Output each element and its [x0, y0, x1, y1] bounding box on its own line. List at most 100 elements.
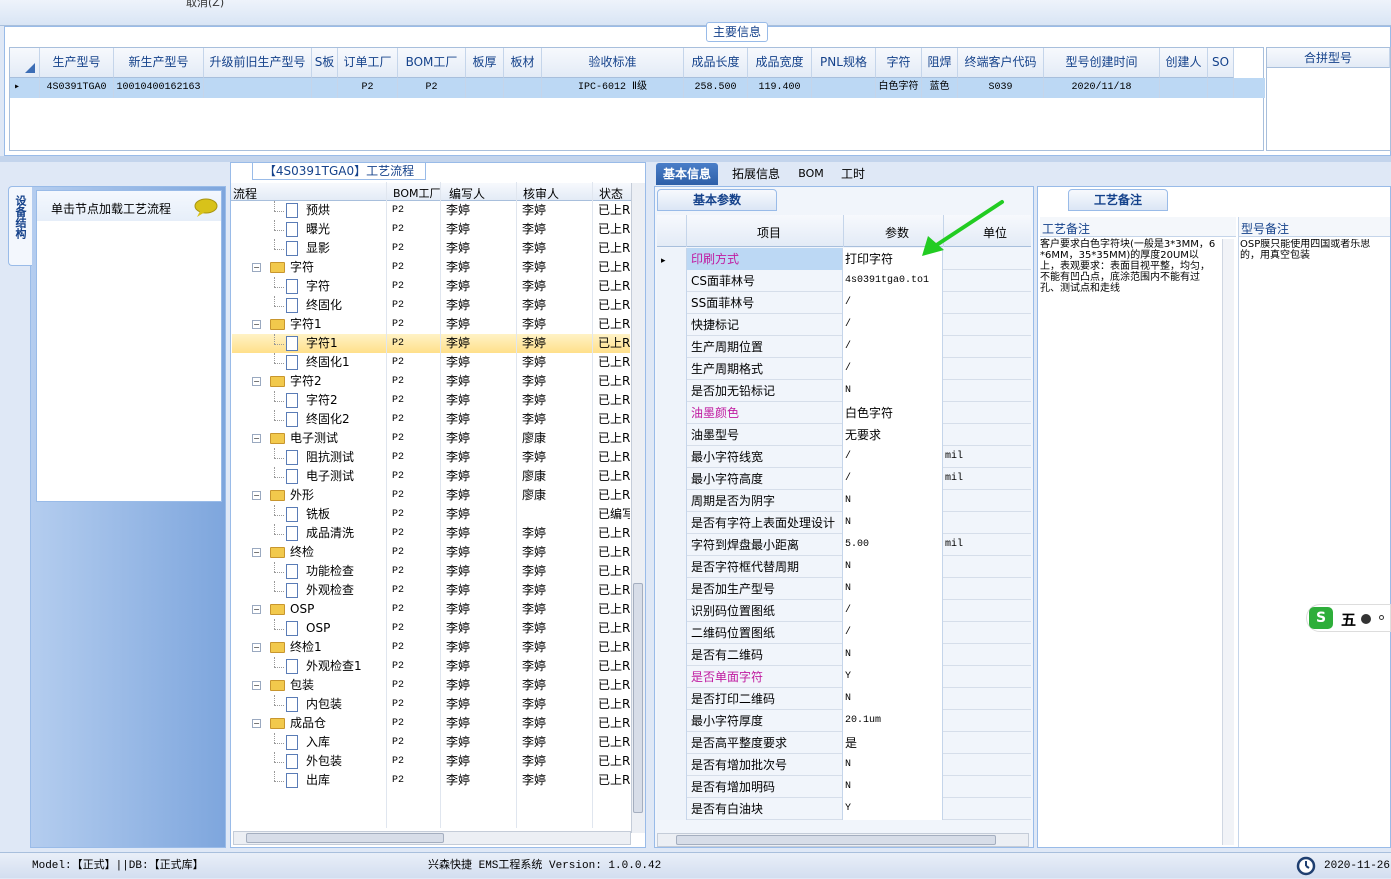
param-value[interactable]: / [843, 600, 943, 622]
param-value[interactable]: Y [843, 666, 943, 688]
ime-toolbar[interactable]: S 五 [1306, 604, 1391, 632]
param-value[interactable]: N [843, 556, 943, 578]
table-cell[interactable]: 4S0391TGA0 [40, 78, 114, 98]
tab-process-notes[interactable]: 工艺备注 [1068, 189, 1168, 211]
column-header[interactable]: 阻焊 [922, 48, 958, 78]
param-value[interactable]: N [843, 490, 943, 512]
collapse-toggle-icon[interactable]: − [252, 320, 261, 329]
tab-bom[interactable]: BOM [796, 163, 826, 185]
tab-basic-info[interactable]: 基本信息 [656, 163, 718, 185]
process-note-scrollbar[interactable] [1222, 239, 1234, 845]
table-cell[interactable]: 119.400 [748, 78, 812, 98]
param-value[interactable]: N [843, 688, 943, 710]
scroll-thumb[interactable] [676, 835, 996, 845]
param-value[interactable]: / [843, 336, 943, 358]
collapse-toggle-icon[interactable]: − [252, 263, 261, 272]
tree-row[interactable]: 字符 P2 李婷 李婷 已上R [232, 277, 630, 296]
tab-extended-info[interactable]: 拓展信息 [726, 163, 786, 185]
param-row[interactable]: 油墨颜色 白色字符 [657, 402, 1031, 424]
row-pointer-icon[interactable]: ▸ [10, 78, 40, 98]
column-header[interactable]: 终端客户代码 [958, 48, 1044, 78]
tree-row[interactable]: 铣板 P2 李婷 已编写 [232, 505, 630, 524]
tab-device-structure[interactable]: 设备结构 [8, 186, 32, 266]
param-row[interactable]: CS面菲林号 4s0391tga0.to1 [657, 270, 1031, 292]
param-row[interactable]: 周期是否为阴字 N [657, 490, 1031, 512]
table-cell[interactable]: 10010400162163 [114, 78, 204, 98]
param-value[interactable]: 20.1um [843, 710, 943, 732]
tree-row[interactable]: 显影 P2 李婷 李婷 已上R [232, 239, 630, 258]
column-header[interactable]: 成品长度 [684, 48, 748, 78]
column-header[interactable]: 升级前旧生产型号 [204, 48, 312, 78]
param-value[interactable]: N [843, 776, 943, 798]
param-value[interactable]: 白色字符 [843, 402, 943, 424]
param-row[interactable]: 二维码位置图纸 / [657, 622, 1031, 644]
column-header[interactable]: 成品宽度 [748, 48, 812, 78]
column-header[interactable]: PNL规格 [812, 48, 876, 78]
param-row[interactable]: 是否加生产型号 N [657, 578, 1031, 600]
column-header[interactable]: 字符 [876, 48, 922, 78]
table-cell[interactable] [504, 78, 542, 98]
column-header[interactable]: 创建人 [1160, 48, 1208, 78]
param-row[interactable]: 是否有白油块 Y [657, 798, 1031, 820]
param-row[interactable]: 是否加无铅标记 N [657, 380, 1031, 402]
param-row[interactable]: 生产周期格式 / [657, 358, 1031, 380]
collapse-toggle-icon[interactable]: − [252, 548, 261, 557]
tree-row[interactable]: 出库 P2 李婷 李婷 已上R [232, 771, 630, 790]
tree-row[interactable]: 成品清洗 P2 李婷 李婷 已上R [232, 524, 630, 543]
row-selector-header[interactable] [10, 48, 40, 78]
tree-row[interactable]: − 字符 P2 李婷 李婷 已上R [232, 258, 630, 277]
tree-horizontal-scrollbar[interactable] [233, 831, 631, 845]
tree-row[interactable]: OSP P2 李婷 李婷 已上R [232, 619, 630, 638]
column-header[interactable]: 订单工厂 [338, 48, 398, 78]
cancel-button[interactable]: 取消(Z) [186, 0, 224, 10]
table-row[interactable]: ▸ 4S0391TGA0 10010400162163 P2 P2 IPC-6012 Ⅱ级… [10, 78, 1265, 98]
tree-row[interactable]: − 成品仓 P2 李婷 李婷 已上R [232, 714, 630, 733]
param-value[interactable]: / [843, 446, 943, 468]
tree-row[interactable]: − 字符1 P2 李婷 李婷 已上R [232, 315, 630, 334]
table-cell[interactable]: 258.500 [684, 78, 748, 98]
param-row[interactable]: 快捷标记 / [657, 314, 1031, 336]
collapse-toggle-icon[interactable]: − [252, 605, 261, 614]
table-cell[interactable]: IPC-6012 Ⅱ级 [542, 78, 684, 98]
column-header[interactable]: SO [1208, 48, 1234, 78]
collapse-toggle-icon[interactable]: − [252, 377, 261, 386]
column-header[interactable]: BOM工厂 [398, 48, 466, 78]
tree-row[interactable]: 曝光 P2 李婷 李婷 已上R [232, 220, 630, 239]
param-row[interactable]: 是否单面字符 Y [657, 666, 1031, 688]
collapse-toggle-icon[interactable]: − [252, 491, 261, 500]
column-header[interactable]: 生产型号 [40, 48, 114, 78]
table-cell[interactable]: P2 [398, 78, 466, 98]
tree-row[interactable]: − OSP P2 李婷 李婷 已上R [232, 600, 630, 619]
param-row[interactable]: 字符到焊盘最小距离 5.00 mil [657, 534, 1031, 556]
param-value[interactable]: / [843, 314, 943, 336]
table-cell[interactable] [466, 78, 504, 98]
param-value[interactable]: Y [843, 798, 943, 820]
param-row[interactable]: 是否有增加明码 N [657, 776, 1031, 798]
param-row[interactable]: 是否有二维码 N [657, 644, 1031, 666]
param-row[interactable]: SS面菲林号 / [657, 292, 1031, 314]
table-cell[interactable] [812, 78, 876, 98]
table-cell[interactable]: 白色字符 [876, 78, 922, 98]
process-note-text[interactable]: 客户要求白色字符块(一般是3*3MM，6*6MM，35*35MM)的厚度20UM… [1040, 239, 1218, 294]
param-value[interactable]: / [843, 292, 943, 314]
param-row[interactable]: 是否有字符上表面处理设计 N [657, 512, 1031, 534]
tree-row[interactable]: 终固化 P2 李婷 李婷 已上R [232, 296, 630, 315]
table-cell[interactable] [312, 78, 338, 98]
tree-row[interactable]: 外观检查1 P2 李婷 李婷 已上R [232, 657, 630, 676]
param-row[interactable]: 是否打印二维码 N [657, 688, 1031, 710]
param-value[interactable]: N [843, 578, 943, 600]
collapse-toggle-icon[interactable]: − [252, 643, 261, 652]
param-row[interactable]: 是否字符框代替周期 N [657, 556, 1031, 578]
tree-row[interactable]: 终固化1 P2 李婷 李婷 已上R [232, 353, 630, 372]
tree-row[interactable]: 外包装 P2 李婷 李婷 已上R [232, 752, 630, 771]
table-cell[interactable]: P2 [338, 78, 398, 98]
collapse-toggle-icon[interactable]: − [252, 719, 261, 728]
tree-vertical-scrollbar[interactable] [631, 183, 645, 833]
param-value[interactable]: 4s0391tga0.to1 [843, 270, 943, 292]
param-row[interactable]: 生产周期位置 / [657, 336, 1031, 358]
param-value[interactable]: N [843, 380, 943, 402]
param-value[interactable]: / [843, 622, 943, 644]
model-note-text[interactable]: OSP膜只能使用四国或者乐思的，用真空包装 [1240, 239, 1390, 263]
tree-row[interactable]: − 电子测试 P2 李婷 廖康 已上R [232, 429, 630, 448]
param-row[interactable]: 最小字符厚度 20.1um [657, 710, 1031, 732]
